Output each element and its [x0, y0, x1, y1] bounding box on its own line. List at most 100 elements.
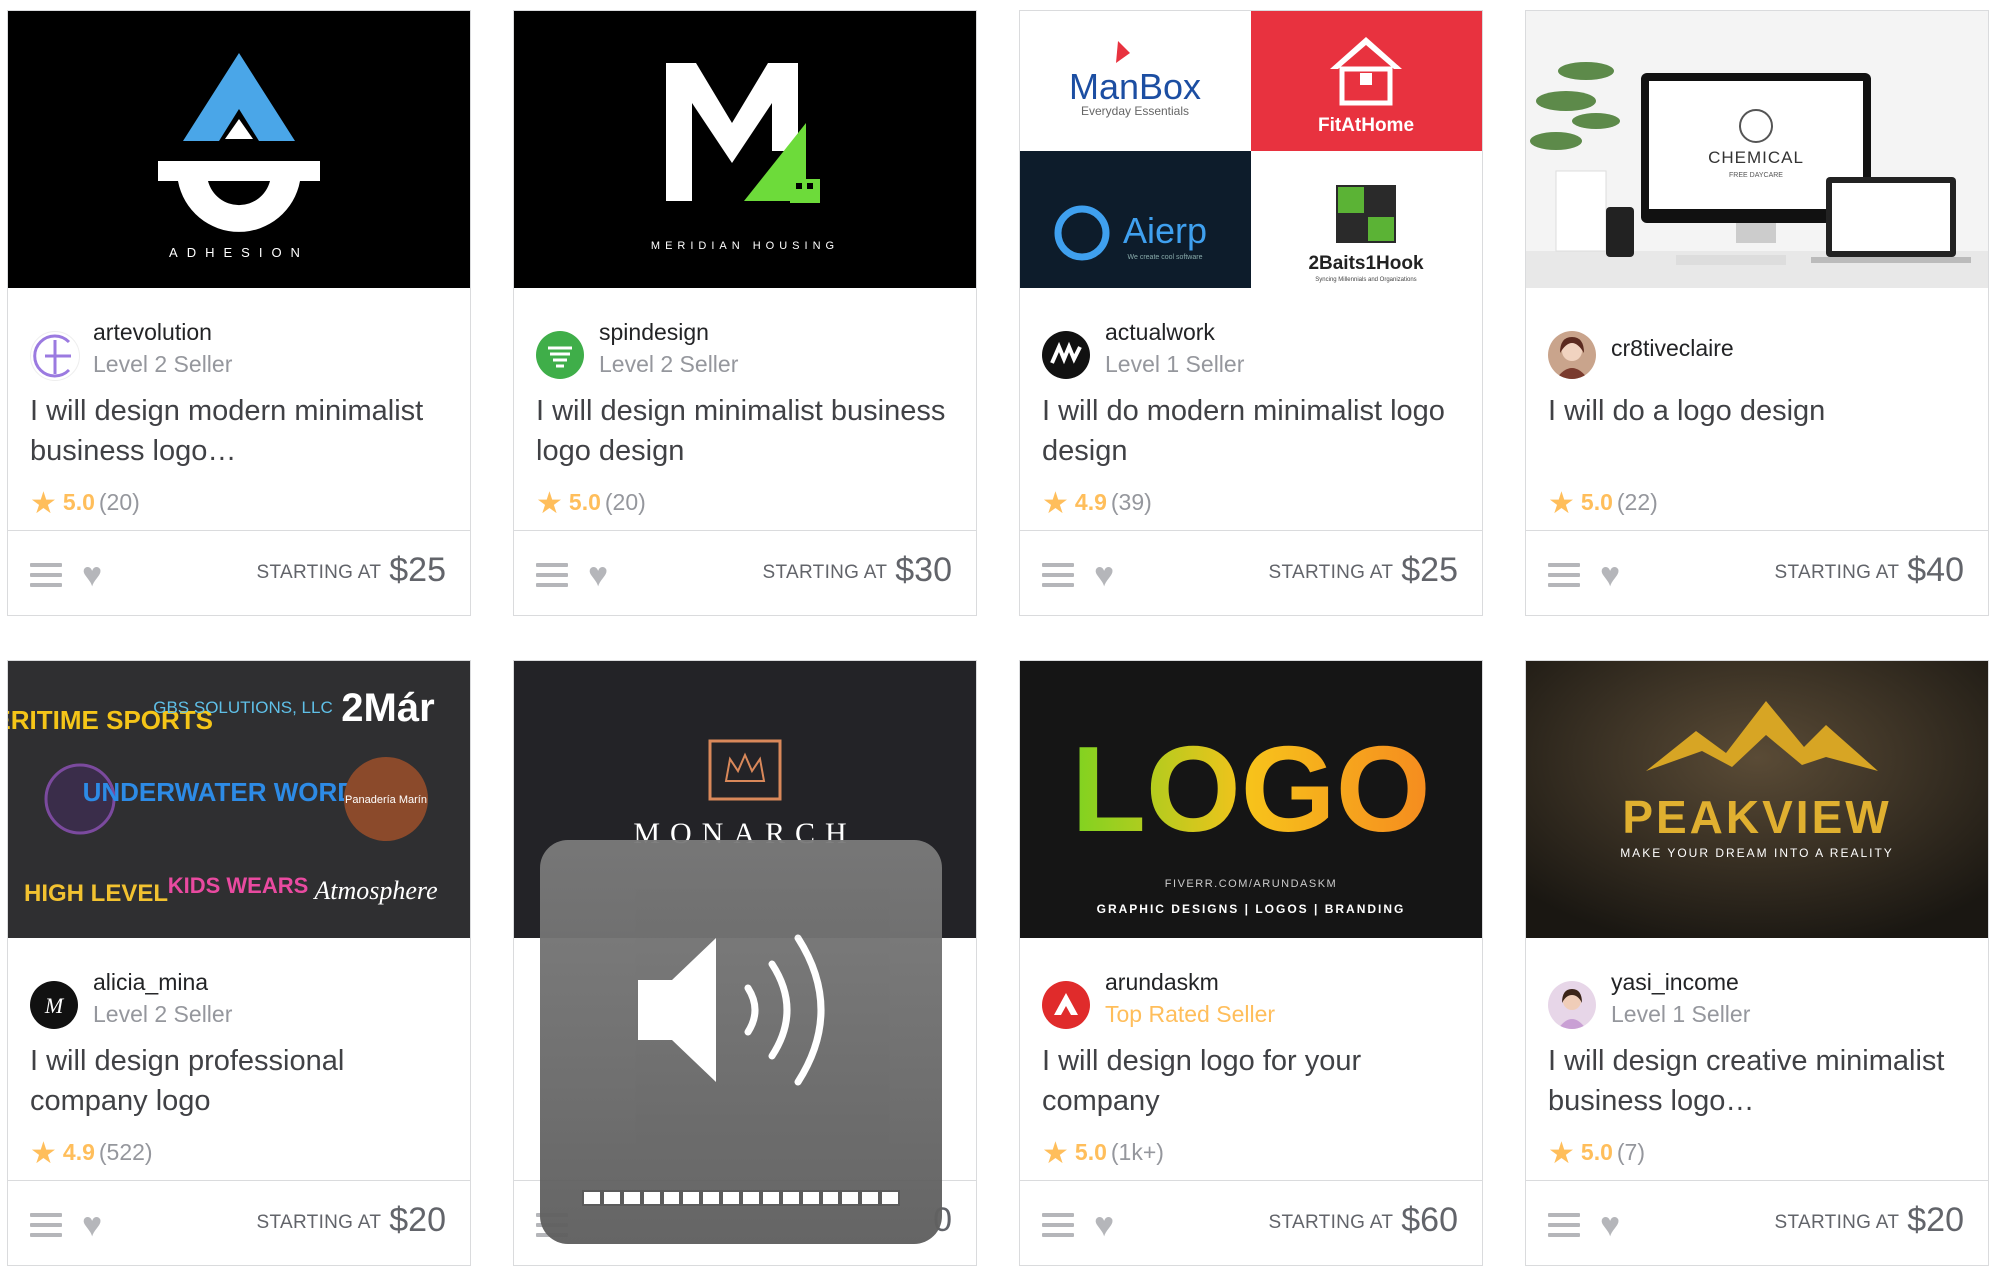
- thumb-text: Aierp: [1123, 210, 1207, 251]
- gig-thumbnail[interactable]: LOGO FIVERR.COM/ARUNDASKM GRAPHIC DESIGN…: [1020, 661, 1482, 938]
- peakview-logo: PEAKVIEW MAKE YOUR DREAM INTO A REALITY: [1526, 661, 1988, 938]
- thumb-text: FREE DAYCARE: [1729, 172, 1783, 179]
- rating: ★ 5.0 (20): [536, 486, 646, 521]
- price-label: STARTING AT: [256, 1212, 382, 1233]
- logo-showcase: LOGO FIVERR.COM/ARUNDASKM GRAPHIC DESIGN…: [1020, 661, 1482, 938]
- seller-name[interactable]: actualwork: [1105, 319, 1215, 346]
- thumb-text: CHEMICAL: [1708, 148, 1804, 167]
- avatar[interactable]: [1548, 981, 1596, 1029]
- avatar[interactable]: [1042, 331, 1090, 379]
- gig-title[interactable]: I will design professional company logo: [30, 1041, 450, 1121]
- rating-count: (22): [1616, 489, 1658, 515]
- gig-footer: ♥ STARTING AT $25: [1020, 530, 1482, 615]
- thumb-text: KIDS WEARS: [168, 873, 309, 898]
- star-icon: ★: [1042, 487, 1069, 520]
- speaker-volume-icon: [638, 934, 825, 1086]
- gig-card-alicia-mina[interactable]: AMERITIME SPORTS GBS SOLUTIONS, LLC 2Már…: [7, 660, 471, 1266]
- collections-icon[interactable]: [30, 1213, 62, 1237]
- seller-name[interactable]: arundaskm: [1105, 969, 1219, 996]
- price[interactable]: STARTING AT $60: [1269, 1201, 1458, 1240]
- heart-icon[interactable]: ♥: [1094, 1205, 1114, 1245]
- gig-title[interactable]: I will design modern minimalist business…: [30, 391, 450, 471]
- seller-level: Level 2 Seller: [93, 1001, 233, 1027]
- collections-icon[interactable]: [1042, 1213, 1074, 1237]
- seller-name[interactable]: spindesign: [599, 319, 709, 346]
- thumb-text: ManBox: [1069, 66, 1201, 107]
- seller-level: Level 1 Seller: [1105, 351, 1245, 377]
- gig-footer: ♥ STARTING AT $25: [8, 530, 470, 615]
- price[interactable]: STARTING AT $40: [1775, 551, 1964, 590]
- gig-title[interactable]: I will design logo for your company: [1042, 1041, 1462, 1121]
- heart-icon[interactable]: ♥: [588, 555, 608, 595]
- gig-thumbnail[interactable]: AMERITIME SPORTS GBS SOLUTIONS, LLC 2Már…: [8, 661, 470, 938]
- collections-icon[interactable]: [1548, 1213, 1580, 1237]
- avatar[interactable]: M: [30, 981, 78, 1029]
- rating-count: (20): [604, 489, 646, 515]
- gig-card-actualwork[interactable]: ManBox Everyday Essentials FitAtHome Aie…: [1019, 10, 1483, 616]
- gig-thumbnail[interactable]: ManBox Everyday Essentials FitAtHome Aie…: [1020, 11, 1482, 288]
- volume-hud: [540, 840, 942, 1244]
- seller-name[interactable]: cr8tiveclaire: [1611, 335, 1734, 362]
- collections-icon[interactable]: [30, 563, 62, 587]
- heart-icon[interactable]: ♥: [1600, 1205, 1620, 1245]
- heart-icon[interactable]: ♥: [82, 1205, 102, 1245]
- thumb-text: MAKE YOUR DREAM INTO A REALITY: [1620, 846, 1894, 860]
- avatar[interactable]: [30, 331, 80, 381]
- seller-name[interactable]: yasi_income: [1611, 969, 1739, 996]
- heart-icon[interactable]: ♥: [1600, 555, 1620, 595]
- thumb-text: Atmosphere: [312, 876, 437, 905]
- rating-count: (522): [98, 1139, 153, 1165]
- rating-count: (7): [1616, 1139, 1646, 1165]
- rating: ★ 5.0 (7): [1548, 1136, 1645, 1171]
- logo-collage: ManBox Everyday Essentials FitAtHome Aie…: [1020, 11, 1482, 288]
- price-amount: $30: [895, 551, 952, 589]
- avatar[interactable]: [536, 331, 584, 379]
- thumb-text: GBS SOLUTIONS, LLC: [153, 698, 333, 717]
- star-icon: ★: [30, 1137, 57, 1170]
- rating-score: 5.0: [1580, 1139, 1613, 1165]
- avatar[interactable]: [1042, 981, 1090, 1029]
- gig-thumbnail[interactable]: MERIDIAN HOUSING: [514, 11, 976, 288]
- rating-score: 5.0: [568, 489, 601, 515]
- price[interactable]: STARTING AT $20: [257, 1201, 446, 1240]
- seller-level: Level 2 Seller: [599, 351, 739, 377]
- gig-title[interactable]: I will do a logo design: [1548, 391, 1968, 431]
- seller-name[interactable]: alicia_mina: [93, 969, 208, 996]
- thumb-text: FitAtHome: [1318, 115, 1414, 136]
- collections-icon[interactable]: [536, 563, 568, 587]
- heart-icon[interactable]: ♥: [82, 555, 102, 595]
- price-label: STARTING AT: [762, 562, 888, 583]
- collections-icon[interactable]: [1548, 563, 1580, 587]
- gig-footer: ♥ STARTING AT $60: [1020, 1180, 1482, 1265]
- seller-level: Level 2 Seller: [93, 351, 233, 377]
- gig-title[interactable]: I will do modern minimalist logo design: [1042, 391, 1462, 471]
- thumb-text: Syncing Millennials and Organizations: [1315, 277, 1416, 283]
- seller-name[interactable]: artevolution: [93, 319, 212, 346]
- gig-card-arundaskm[interactable]: LOGO FIVERR.COM/ARUNDASKM GRAPHIC DESIGN…: [1019, 660, 1483, 1266]
- gig-thumbnail[interactable]: PEAKVIEW MAKE YOUR DREAM INTO A REALITY: [1526, 661, 1988, 938]
- price[interactable]: STARTING AT $25: [1269, 551, 1458, 590]
- thumb-text: FIVERR.COM/ARUNDASKM: [1165, 878, 1337, 890]
- gig-title[interactable]: I will design minimalist business logo d…: [536, 391, 956, 471]
- star-icon: ★: [1548, 487, 1575, 520]
- rating: ★ 4.9 (39): [1042, 486, 1152, 521]
- price[interactable]: STARTING AT $20: [1775, 1201, 1964, 1240]
- price[interactable]: STARTING AT $25: [257, 551, 446, 590]
- gig-thumbnail[interactable]: ADHESION: [8, 11, 470, 288]
- avatar[interactable]: [1548, 331, 1596, 379]
- gig-title[interactable]: I will design creative minimalist busine…: [1548, 1041, 1968, 1121]
- rating: ★ 4.9 (522): [30, 1136, 153, 1171]
- gig-card-yasi-income[interactable]: PEAKVIEW MAKE YOUR DREAM INTO A REALITY …: [1525, 660, 1989, 1266]
- star-icon: ★: [30, 487, 57, 520]
- gig-card-spindesign[interactable]: MERIDIAN HOUSING spindesign Level 2 Sell…: [513, 10, 977, 616]
- gig-card-artevolution[interactable]: ADHESION artevolution Level 2 Seller I w…: [7, 10, 471, 616]
- svg-text:M: M: [44, 993, 65, 1018]
- thumb-text: HIGH LEVEL: [24, 880, 168, 907]
- collections-icon[interactable]: [1042, 563, 1074, 587]
- gig-card-cr8tiveclaire[interactable]: CHEMICAL FREE DAYCARE cr8tiveclaire I wi…: [1525, 10, 1989, 616]
- heart-icon[interactable]: ♥: [1094, 555, 1114, 595]
- price[interactable]: STARTING AT $30: [763, 551, 952, 590]
- price-label: STARTING AT: [256, 562, 382, 583]
- thumb-text: PEAKVIEW: [1622, 791, 1891, 843]
- gig-thumbnail[interactable]: CHEMICAL FREE DAYCARE: [1526, 11, 1988, 288]
